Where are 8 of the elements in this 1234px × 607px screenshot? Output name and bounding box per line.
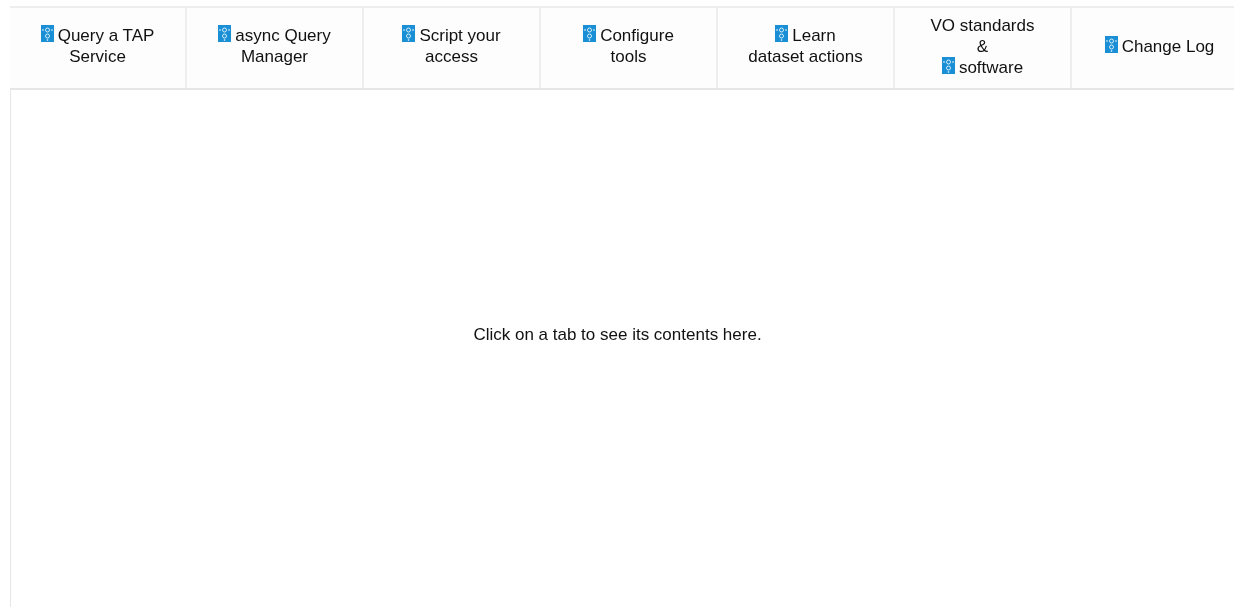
logo-icon: [775, 25, 789, 42]
logo-icon: [941, 56, 955, 74]
panel-message: Click on a tab to see its contents here.: [473, 323, 762, 346]
logo-icon: [1104, 35, 1118, 53]
logo-icon: [402, 25, 416, 42]
logo-icon: [583, 25, 597, 42]
logo-icon: [40, 25, 54, 42]
logo-icon: [218, 25, 232, 42]
